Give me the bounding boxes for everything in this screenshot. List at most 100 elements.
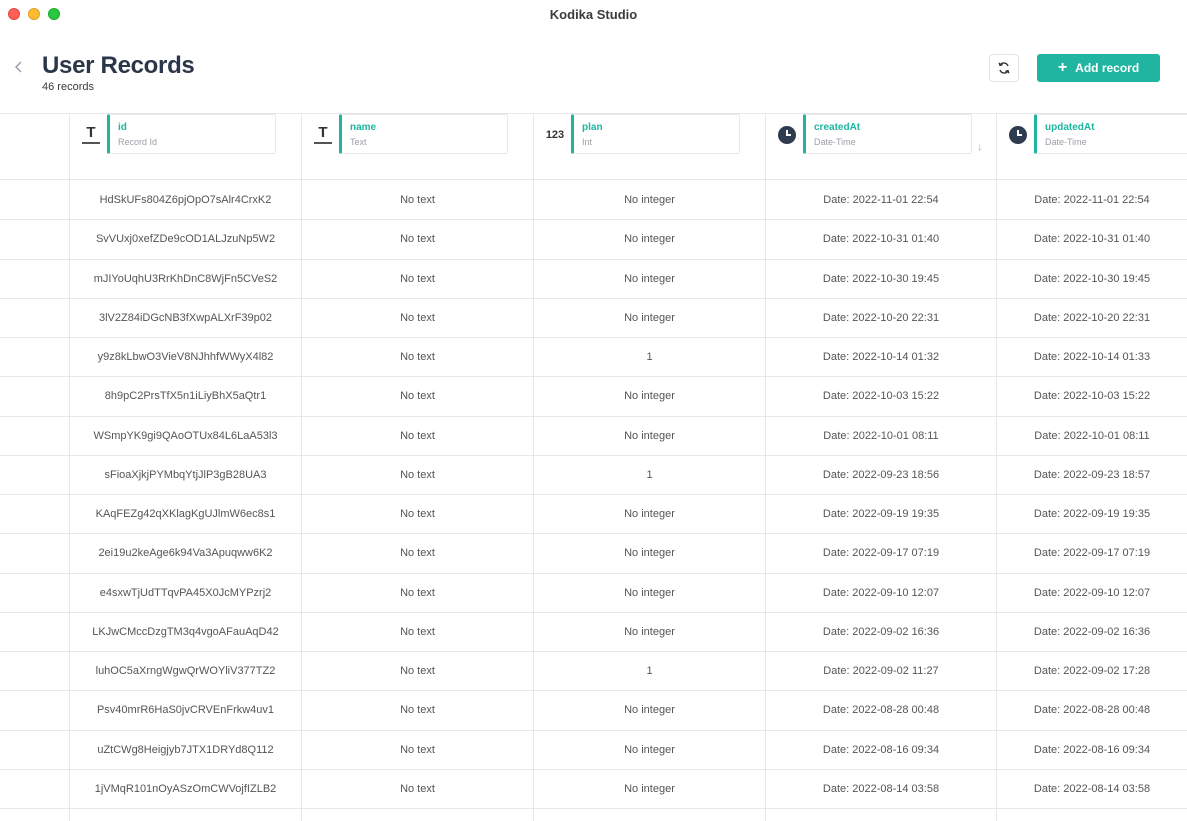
cell-id[interactable]: sFioaXjkjPYMbqYtjJlP3gB28UA3	[70, 456, 301, 495]
cell-updatedAt[interactable]: Date: 2022-09-02 16:36	[997, 613, 1187, 652]
cell-updatedAt[interactable]: Date: 2022-10-20 22:31	[997, 299, 1187, 338]
cell-plan[interactable]: No integer	[534, 495, 765, 534]
cell-name[interactable]: No text	[302, 574, 533, 613]
chevron-left-icon[interactable]	[14, 60, 28, 74]
cell-updatedAt[interactable]: Date: 2022-10-01 08:11	[997, 417, 1187, 456]
cell-plan[interactable]: No integer	[534, 181, 765, 220]
table-row[interactable]: 2ei19u2keAge6k94Va3Apuqww6K2 No text No in…	[0, 534, 1187, 574]
cell-name[interactable]: No text	[302, 731, 533, 770]
cell-name[interactable]: No text	[302, 613, 533, 652]
sort-descending-icon[interactable]: ↓	[977, 141, 983, 153]
cell-name[interactable]: No text	[302, 417, 533, 456]
cell-id[interactable]: luhOC5aXrngWgwQrWOYliV377TZ2	[70, 652, 301, 691]
cell-updatedAt[interactable]: Date: 2022-08-28 00:48	[997, 691, 1187, 730]
cell-name[interactable]: No text	[302, 456, 533, 495]
cell-createdAt[interactable]: Date: 2022-09-02 11:27	[766, 652, 996, 691]
cell-plan[interactable]: No integer	[534, 534, 765, 573]
table-row[interactable]: sFioaXjkjPYMbqYtjJlP3gB28UA3 No text 1 Date…	[0, 456, 1187, 495]
column-header-plan[interactable]: plan Int	[571, 114, 740, 154]
cell-name[interactable]: No text	[302, 377, 533, 416]
column-header-name[interactable]: name Text	[339, 114, 508, 154]
table-row[interactable]: e4sxwTjUdTTqvPA45X0JcMYPzrj2 No text No in…	[0, 574, 1187, 613]
add-record-button[interactable]: + Add record	[1037, 54, 1160, 82]
cell-plan[interactable]: 1	[534, 456, 765, 495]
cell-plan[interactable]: No integer	[534, 417, 765, 456]
cell-id[interactable]: uZtCWg8Heigjyb7JTX1DRYd8Q112	[70, 731, 301, 770]
cell-id[interactable]: Psv40mrR6HaS0jvCRVEnFrkw4uv1	[70, 691, 301, 730]
cell-id[interactable]: KAqFEZg42qXKlagKgUJlmW6ec8s1	[70, 495, 301, 534]
cell-name[interactable]: No text	[302, 691, 533, 730]
refresh-button[interactable]	[989, 54, 1019, 82]
cell-id[interactable]: WSmpYK9gi9QAoOTUx84L6LaA53l3	[70, 417, 301, 456]
cell-name[interactable]: No text	[302, 299, 533, 338]
cell-id[interactable]: y9z8kLbwO3VieV8NJhhfWWyX4l82	[70, 338, 301, 377]
cell-updatedAt[interactable]: Date: 2022-09-19 19:35	[997, 495, 1187, 534]
table-row[interactable]: 1jVMqR101nOyASzOmCWVojfIZLB2 No text No in…	[0, 770, 1187, 809]
cell-name[interactable]: No text	[302, 220, 533, 259]
column-header-id[interactable]: id Record Id	[107, 114, 276, 154]
table-row[interactable]: uZtCWg8Heigjyb7JTX1DRYd8Q112 No text No in…	[0, 731, 1187, 770]
cell-createdAt[interactable]: Date: 2022-08-14 03:58	[766, 770, 996, 809]
cell-name[interactable]: No text	[302, 770, 533, 809]
cell-plan[interactable]: 1	[534, 338, 765, 377]
cell-updatedAt[interactable]: Date: 2022-10-30 19:45	[997, 260, 1187, 299]
table-row[interactable]: Psv40mrR6HaS0jvCRVEnFrkw4uv1 No text No in…	[0, 691, 1187, 731]
cell-id[interactable]: mJIYoUqhU3RrKhDnC8WjFn5CVeS2	[70, 260, 301, 299]
cell-plan[interactable]: No integer	[534, 377, 765, 416]
cell-createdAt[interactable]: Date: 2022-09-10 12:07	[766, 574, 996, 613]
cell-id[interactable]: SvVUxj0xefZDe9cOD1ALJzuNp5W2	[70, 220, 301, 259]
cell-id[interactable]: e4sxwTjUdTTqvPA45X0JcMYPzrj2	[70, 574, 301, 613]
cell-id[interactable]: 2ei19u2keAge6k94Va3Apuqww6K2	[70, 534, 301, 573]
cell-createdAt[interactable]: Date: 2022-10-03 15:22	[766, 377, 996, 416]
table-row[interactable]: WSmpYK9gi9QAoOTUx84L6LaA53l3 No text No in…	[0, 417, 1187, 456]
cell-createdAt[interactable]: Date: 2022-10-14 01:32	[766, 338, 996, 377]
cell-name[interactable]: No text	[302, 338, 533, 377]
table-row[interactable]: mJIYoUqhU3RrKhDnC8WjFn5CVeS2 No text No in…	[0, 260, 1187, 299]
table-row[interactable]: HdSkUFs804Z6pjOpO7sAlr4CrxK2 No text No in…	[0, 181, 1187, 221]
table-row[interactable]: luhOC5aXrngWgwQrWOYliV377TZ2 No text 1 Date…	[0, 652, 1187, 692]
cell-createdAt[interactable]: Date: 2022-10-20 22:31	[766, 299, 996, 338]
cell-plan[interactable]: 1	[534, 652, 765, 691]
cell-updatedAt[interactable]: Date: 2022-10-31 01:40	[997, 220, 1187, 259]
cell-updatedAt[interactable]: Date: 2022-08-14 03:58	[997, 770, 1187, 809]
cell-id[interactable]: LKJwCMccDzgTM3q4vgoAFauAqD42	[70, 613, 301, 652]
cell-createdAt[interactable]: Date: 2022-09-23 18:56	[766, 456, 996, 495]
cell-updatedAt[interactable]: Date: 2022-09-17 07:19	[997, 534, 1187, 573]
cell-updatedAt[interactable]: Date: 2022-10-03 15:22	[997, 377, 1187, 416]
cell-createdAt[interactable]: Date: 2022-09-17 07:19	[766, 534, 996, 573]
table-row[interactable]: 3lV2Z84iDGcNB3fXwpALXrF39p02 No text No in…	[0, 299, 1187, 338]
table-row[interactable]: SvVUxj0xefZDe9cOD1ALJzuNp5W2 No text No in…	[0, 220, 1187, 260]
cell-plan[interactable]: No integer	[534, 613, 765, 652]
column-header-createdAt[interactable]: createdAt Date-Time	[803, 114, 972, 154]
column-header-updatedAt[interactable]: updatedAt Date-Time	[1034, 114, 1187, 154]
cell-name[interactable]: No text	[302, 260, 533, 299]
cell-updatedAt[interactable]: Date: 2022-11-01 22:54	[997, 181, 1187, 220]
cell-createdAt[interactable]: Date: 2022-11-01 22:54	[766, 181, 996, 220]
cell-id[interactable]: HdSkUFs804Z6pjOpO7sAlr4CrxK2	[70, 181, 301, 220]
cell-updatedAt[interactable]: Date: 2022-10-14 01:33	[997, 338, 1187, 377]
cell-createdAt[interactable]: Date: 2022-08-28 00:48	[766, 691, 996, 730]
cell-updatedAt[interactable]: Date: 2022-09-23 18:57	[997, 456, 1187, 495]
cell-id[interactable]: 8h9pC2PrsTfX5n1iLiyBhX5aQtr1	[70, 377, 301, 416]
cell-plan[interactable]: No integer	[534, 220, 765, 259]
cell-updatedAt[interactable]: Date: 2022-09-10 12:07	[997, 574, 1187, 613]
table-row[interactable]: y9z8kLbwO3VieV8NJhhfWWyX4l82 No text 1 Date…	[0, 338, 1187, 378]
table-row[interactable]: 8h9pC2PrsTfX5n1iLiyBhX5aQtr1 No text No in…	[0, 377, 1187, 417]
table-row[interactable]: LKJwCMccDzgTM3q4vgoAFauAqD42 No text No in…	[0, 613, 1187, 652]
cell-id[interactable]: 1jVMqR101nOyASzOmCWVojfIZLB2	[70, 770, 301, 809]
cell-plan[interactable]: No integer	[534, 299, 765, 338]
cell-createdAt[interactable]: Date: 2022-10-30 19:45	[766, 260, 996, 299]
cell-updatedAt[interactable]: Date: 2022-08-16 09:34	[997, 731, 1187, 770]
cell-createdAt[interactable]: Date: 2022-09-02 16:36	[766, 613, 996, 652]
cell-name[interactable]: No text	[302, 181, 533, 220]
cell-plan[interactable]: No integer	[534, 574, 765, 613]
cell-updatedAt[interactable]: Date: 2022-09-02 17:28	[997, 652, 1187, 691]
cell-name[interactable]: No text	[302, 652, 533, 691]
cell-plan[interactable]: No integer	[534, 691, 765, 730]
cell-plan[interactable]: No integer	[534, 770, 765, 809]
cell-createdAt[interactable]: Date: 2022-10-01 08:11	[766, 417, 996, 456]
cell-createdAt[interactable]: Date: 2022-09-19 19:35	[766, 495, 996, 534]
cell-createdAt[interactable]: Date: 2022-10-31 01:40	[766, 220, 996, 259]
table-row[interactable]: KAqFEZg42qXKlagKgUJlmW6ec8s1 No text No in…	[0, 495, 1187, 535]
cell-name[interactable]: No text	[302, 534, 533, 573]
